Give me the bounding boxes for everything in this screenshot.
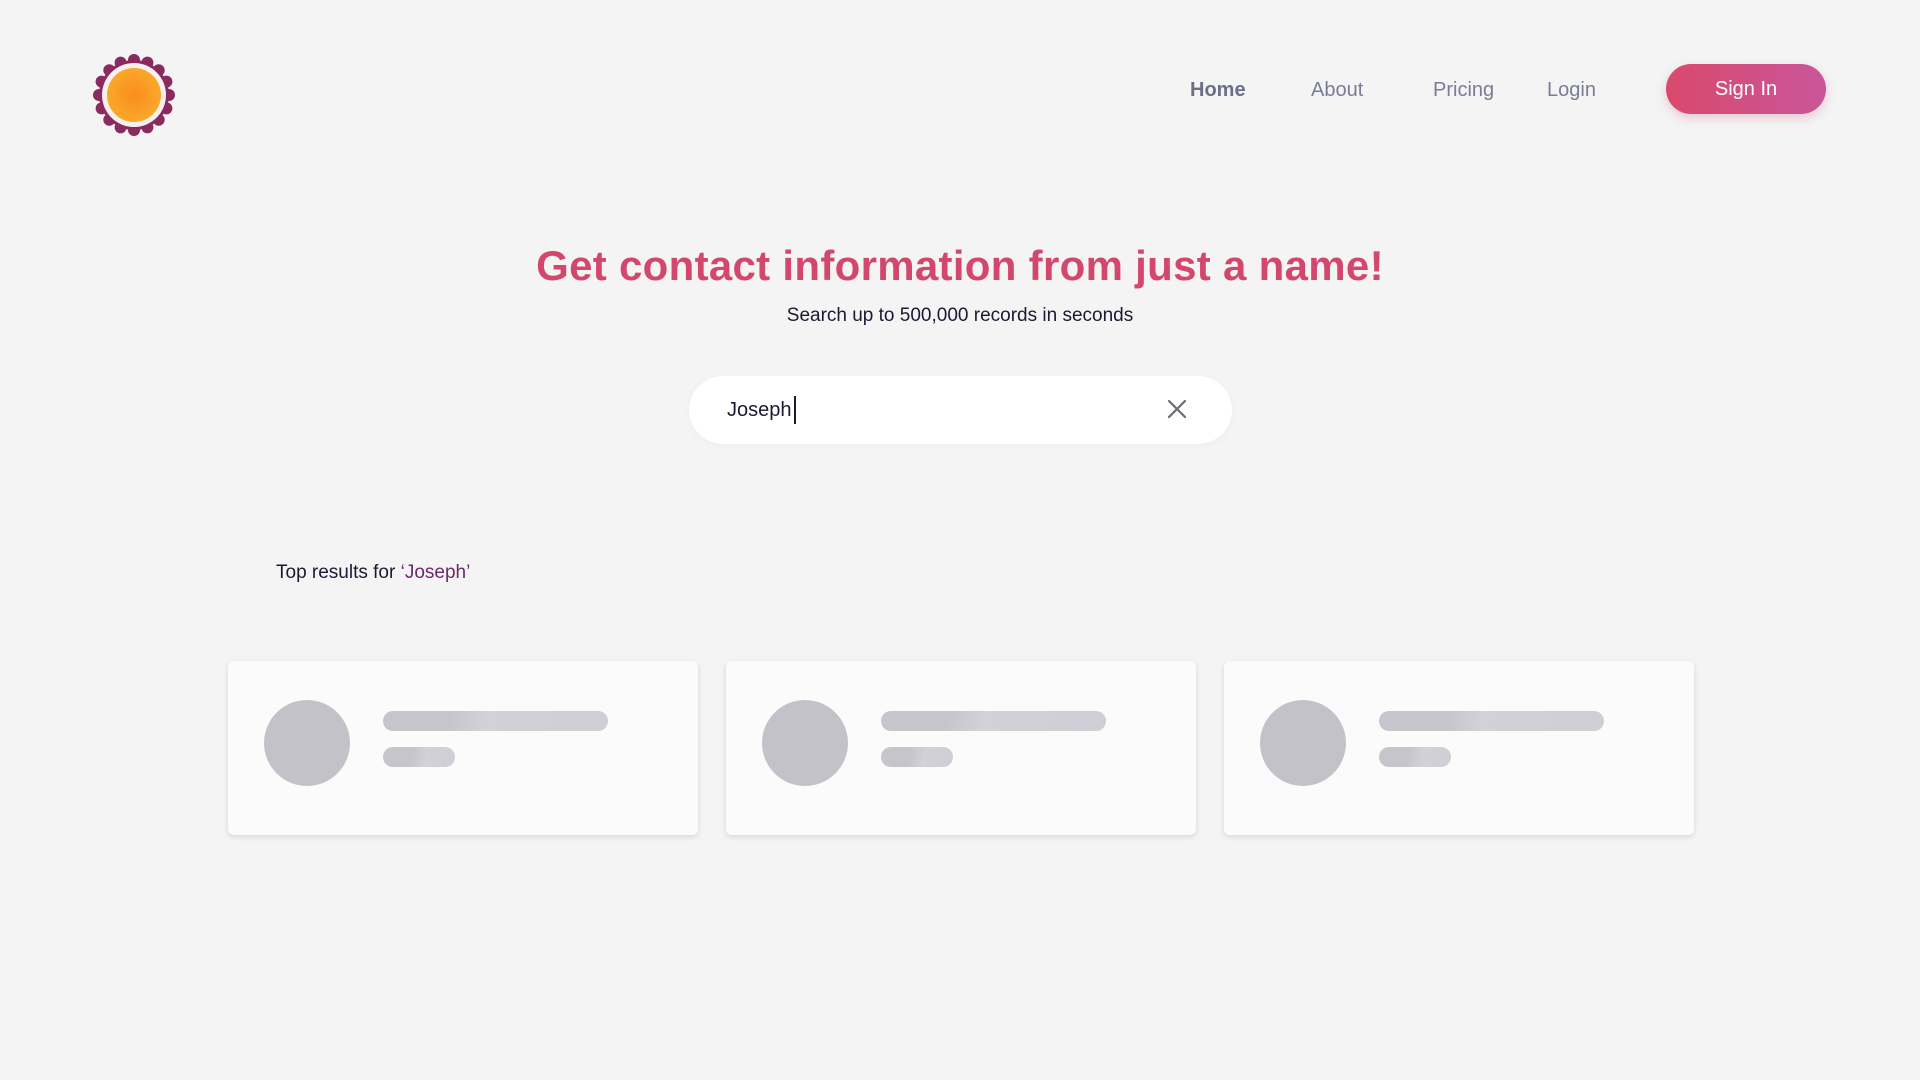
name-placeholder	[1379, 711, 1604, 731]
nav-about-link[interactable]: About	[1311, 76, 1363, 104]
results-heading-prefix: Top results for	[276, 562, 401, 583]
nav-login-link[interactable]: Login	[1547, 76, 1596, 104]
detail-placeholder	[1379, 747, 1451, 767]
avatar-placeholder	[264, 700, 350, 786]
nav-pricing-link[interactable]: Pricing	[1433, 76, 1494, 104]
page-title: Get contact information from just a name…	[536, 242, 1384, 289]
close-icon	[1167, 399, 1187, 419]
result-card-skeleton	[1224, 661, 1694, 835]
page: Home About Pricing Login Sign In Get con…	[0, 0, 1920, 1080]
nav-home-link[interactable]: Home	[1190, 76, 1246, 104]
results-query: ‘Joseph’	[400, 562, 471, 583]
sun-flower-logo-icon	[93, 54, 175, 136]
detail-placeholder	[881, 747, 953, 767]
results-heading: Top results for ‘Joseph’	[276, 562, 470, 584]
name-placeholder	[383, 711, 608, 731]
result-card-skeleton	[228, 661, 698, 835]
text-caret	[794, 396, 796, 424]
search-input[interactable]	[727, 394, 1147, 426]
avatar-placeholder	[1260, 700, 1346, 786]
sign-in-button[interactable]: Sign In	[1666, 64, 1826, 114]
clear-search-button[interactable]	[1160, 392, 1194, 426]
search-box	[689, 376, 1232, 444]
detail-placeholder	[383, 747, 455, 767]
logo[interactable]	[93, 54, 175, 136]
result-card-skeleton	[726, 661, 1196, 835]
avatar-placeholder	[762, 700, 848, 786]
page-subtitle: Search up to 500,000 records in seconds	[786, 305, 1134, 326]
name-placeholder	[881, 711, 1106, 731]
